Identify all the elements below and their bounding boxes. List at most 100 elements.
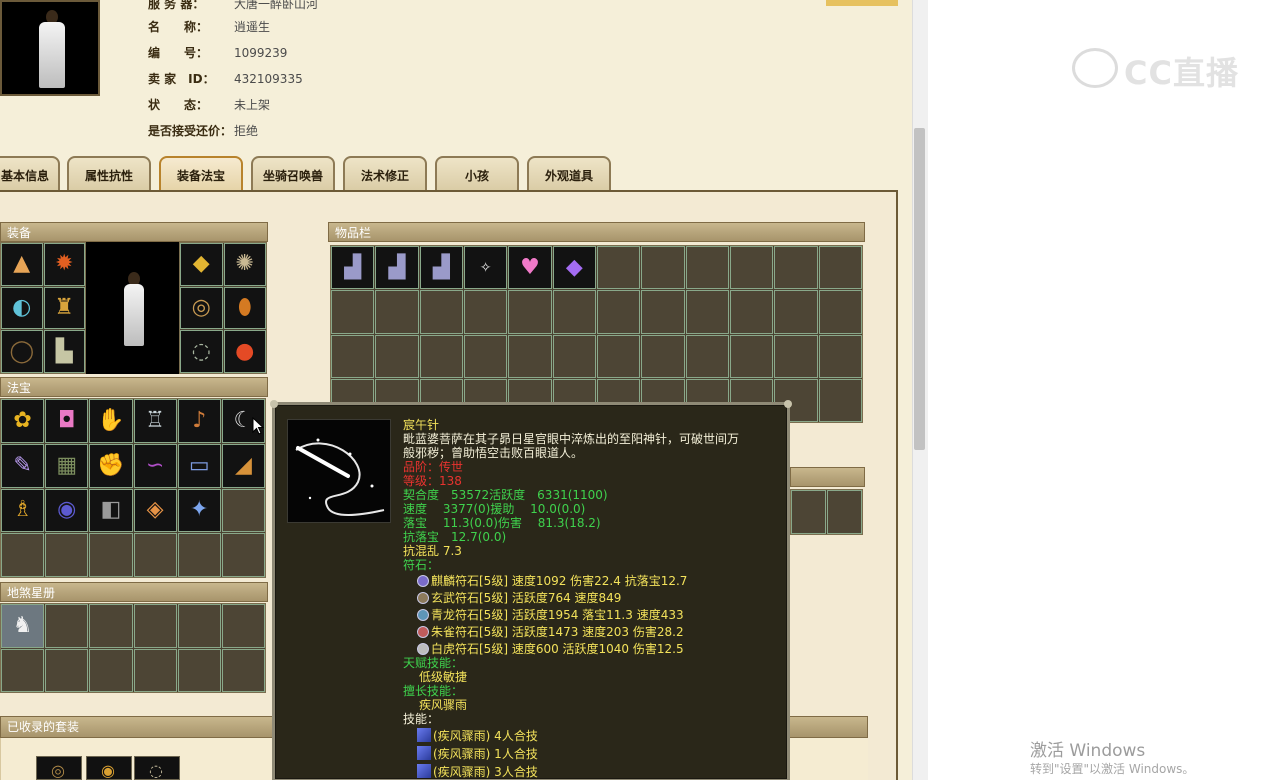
fabao-slot-empty[interactable] — [1, 533, 45, 577]
scrollbar-thumb[interactable] — [914, 128, 925, 450]
hidden-slot-empty[interactable] — [827, 490, 862, 534]
star-card-slot-empty[interactable] — [221, 604, 265, 648]
inventory-slot-empty[interactable] — [375, 290, 419, 334]
inventory-slot-empty[interactable] — [596, 334, 641, 378]
fabao-slot[interactable]: ◈ — [133, 488, 177, 533]
equip-slot-ornament-3[interactable]: ◎ — [180, 286, 223, 330]
fabao-slot[interactable]: ◘ — [45, 399, 89, 443]
inventory-slot-empty[interactable] — [818, 334, 862, 378]
fabao-slot[interactable]: ✿ — [1, 399, 45, 443]
tab-spell-mods[interactable]: 法术修正 — [343, 156, 427, 192]
star-card-slot-empty[interactable] — [45, 648, 89, 692]
favorite-link-icon[interactable] — [826, 0, 898, 6]
star-card-slot-empty[interactable] — [177, 648, 221, 692]
equip-slot-hat[interactable]: ▲ — [1, 243, 43, 286]
star-card-slot-empty[interactable] — [133, 604, 177, 648]
equip-slot-armor[interactable]: ♜ — [43, 286, 85, 330]
tab-child[interactable]: 小孩 — [435, 156, 519, 192]
fabao-slot[interactable]: ✋ — [89, 399, 133, 443]
inventory-slot-empty[interactable] — [463, 334, 508, 378]
star-card-slot[interactable]: ♞ — [1, 604, 45, 648]
equip-slot-ornament-2[interactable]: ✺ — [223, 243, 266, 286]
inventory-slot[interactable]: ♥ — [508, 246, 552, 290]
fabao-slot[interactable]: ✦ — [177, 488, 221, 533]
equip-slot-ornament-6[interactable]: ● — [223, 330, 266, 373]
tab-mounts-pets[interactable]: 坐骑召唤兽 — [251, 156, 335, 192]
equip-slot-ornament-4[interactable]: ⬮ — [223, 286, 266, 330]
inventory-slot-empty[interactable] — [419, 290, 463, 334]
tab-equipment[interactable]: 装备法宝 — [159, 156, 243, 192]
fabao-slot-empty[interactable] — [221, 533, 265, 577]
hidden-slot-empty[interactable] — [791, 490, 826, 534]
fabao-slot[interactable]: ♪ — [177, 399, 221, 443]
fabao-slot-empty[interactable] — [89, 533, 133, 577]
inventory-slot-empty[interactable] — [641, 334, 685, 378]
suit-item[interactable]: ◎ — [36, 756, 82, 780]
inventory-slot-empty[interactable] — [375, 334, 419, 378]
star-card-slot-empty[interactable] — [177, 604, 221, 648]
inventory-slot-empty[interactable] — [508, 334, 552, 378]
inventory-slot-empty[interactable] — [729, 246, 774, 290]
tab-appearance[interactable]: 外观道具 — [527, 156, 611, 192]
inventory-slot[interactable]: ▟ — [419, 246, 463, 290]
suit-item[interactable]: ◉ — [86, 756, 132, 780]
fabao-slot-empty[interactable] — [45, 533, 89, 577]
fabao-slot[interactable]: ▭ — [177, 443, 221, 488]
inventory-slot-empty[interactable] — [508, 290, 552, 334]
star-card-slot-empty[interactable] — [133, 648, 177, 692]
inventory-slot-empty[interactable] — [641, 246, 685, 290]
inventory-slot[interactable]: ▟ — [331, 246, 375, 290]
fabao-slot[interactable]: ◧ — [89, 488, 133, 533]
tab-attributes[interactable]: 属性抗性 — [67, 156, 151, 192]
star-card-slot-empty[interactable] — [1, 648, 45, 692]
inventory-slot-empty[interactable] — [596, 290, 641, 334]
equip-slot-belt[interactable]: ◯ — [1, 330, 43, 373]
fabao-slot[interactable]: ▦ — [45, 443, 89, 488]
inventory-slot-empty[interactable] — [331, 290, 375, 334]
inventory-slot[interactable]: ◆ — [552, 246, 596, 290]
suit-item[interactable]: ◌ — [134, 756, 180, 780]
fabao-slot[interactable]: ◢ — [221, 443, 265, 488]
inventory-slot-empty[interactable] — [331, 334, 375, 378]
inventory-slot-empty[interactable] — [774, 290, 818, 334]
bracelet-icon: ◌ — [191, 338, 211, 364]
fabao-slot[interactable]: ◉ — [45, 488, 89, 533]
inventory-slot-empty[interactable] — [774, 334, 818, 378]
glove-icon: ✊ — [97, 452, 125, 478]
inventory-slot-empty[interactable] — [729, 290, 774, 334]
inventory-slot-empty[interactable] — [685, 334, 729, 378]
inventory-slot-empty[interactable] — [596, 246, 641, 290]
inventory-slot-empty[interactable] — [729, 334, 774, 378]
star-card-slot-empty[interactable] — [221, 648, 265, 692]
inventory-slot-empty[interactable] — [552, 290, 596, 334]
star-card-slot-empty[interactable] — [45, 604, 89, 648]
equip-slot-ornament-1[interactable]: ◆ — [180, 243, 223, 286]
inventory-slot-empty[interactable] — [818, 290, 862, 334]
equip-slot-boots[interactable]: ▙ — [43, 330, 85, 373]
star-card-slot-empty[interactable] — [89, 604, 133, 648]
fabao-slot[interactable]: ✎ — [1, 443, 45, 488]
equip-slot-necklace[interactable]: ✹ — [43, 243, 85, 286]
inventory-slot[interactable]: ✧ — [463, 246, 508, 290]
inventory-slot-empty[interactable] — [818, 378, 862, 422]
tab-basic-info[interactable]: 基本信息 — [0, 156, 60, 192]
fabao-slot-empty[interactable] — [133, 533, 177, 577]
fabao-slot[interactable]: ∽ — [133, 443, 177, 488]
inventory-slot[interactable]: ▟ — [375, 246, 419, 290]
inventory-slot-empty[interactable] — [685, 290, 729, 334]
star-card-slot-empty[interactable] — [89, 648, 133, 692]
inventory-slot-empty[interactable] — [774, 246, 818, 290]
fabao-slot[interactable]: ♗ — [1, 488, 45, 533]
equip-slot-weapon[interactable]: ◐ — [1, 286, 43, 330]
inventory-slot-empty[interactable] — [685, 246, 729, 290]
fabao-slot-empty[interactable] — [221, 488, 265, 533]
inventory-slot-empty[interactable] — [818, 246, 862, 290]
equip-slot-ornament-5[interactable]: ◌ — [180, 330, 223, 373]
fabao-slot[interactable]: ✊ — [89, 443, 133, 488]
fabao-slot-empty[interactable] — [177, 533, 221, 577]
fabao-slot[interactable]: ♖ — [133, 399, 177, 443]
inventory-slot-empty[interactable] — [552, 334, 596, 378]
inventory-slot-empty[interactable] — [641, 290, 685, 334]
inventory-slot-empty[interactable] — [419, 334, 463, 378]
inventory-slot-empty[interactable] — [463, 290, 508, 334]
